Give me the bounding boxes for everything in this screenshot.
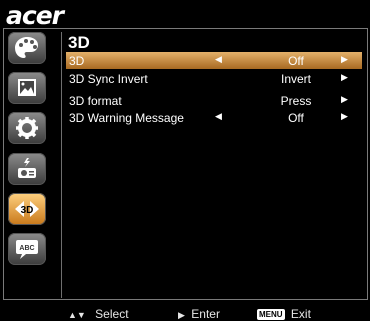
arrow-left-icon[interactable]: ◀ <box>215 111 222 122</box>
menu-row-value: Invert <box>280 72 311 86</box>
gear-icon <box>16 117 38 139</box>
menu-row-value: Off <box>288 54 304 68</box>
projector-management-icon <box>18 158 36 178</box>
menu-row-value: Press <box>280 94 312 108</box>
menu-row-3d-sync-invert[interactable]: 3D Sync Invert Invert ▶ <box>66 70 362 87</box>
arrow-right-icon[interactable]: ▶ <box>341 72 348 83</box>
palette-icon <box>15 37 38 58</box>
sidebar-item-3d[interactable]: 3D <box>8 193 46 225</box>
footer-select: ▲▼ Select <box>68 307 129 321</box>
menu-row-label: 3D Warning Message <box>69 111 184 125</box>
page-title: 3D <box>68 33 90 52</box>
divider <box>61 32 62 298</box>
footer-exit: MENU Exit <box>257 307 311 321</box>
footer-enter-label: Enter <box>191 307 220 321</box>
menu-row-label: 3D <box>69 54 85 68</box>
sidebar-item-image[interactable] <box>8 72 46 104</box>
up-down-arrow-icon: ▲▼ <box>68 310 86 320</box>
menu-key-badge: MENU <box>257 309 285 321</box>
menu-row-3d[interactable]: 3D ◀ Off ▶ <box>66 52 362 69</box>
arrow-right-icon[interactable]: ▶ <box>341 111 348 122</box>
picture-icon <box>18 79 36 96</box>
menu-row-value: Off <box>288 111 304 125</box>
3d-icon: 3D <box>15 201 39 217</box>
arrow-right-icon[interactable]: ▶ <box>341 94 348 105</box>
acer-logo: acer <box>6 1 64 30</box>
sidebar-item-language[interactable]: ABC <box>8 233 46 265</box>
footer-exit-label: Exit <box>290 307 311 321</box>
sidebar-item-setting[interactable] <box>8 112 46 144</box>
footer-select-label: Select <box>95 307 129 321</box>
svg-text:ABC: ABC <box>19 245 34 252</box>
sidebar-item-color[interactable] <box>8 32 46 64</box>
arrow-right-icon[interactable]: ▶ <box>341 54 348 65</box>
footer-enter: ▶ Enter <box>178 307 220 321</box>
svg-text:3D: 3D <box>21 205 34 216</box>
arrow-left-icon[interactable]: ◀ <box>215 54 222 65</box>
menu-row-label: 3D Sync Invert <box>69 72 148 86</box>
menu-row-3d-warning-message[interactable]: 3D Warning Message ◀ Off ▶ <box>66 109 362 126</box>
enter-arrow-icon: ▶ <box>178 310 185 320</box>
sidebar-item-management[interactable] <box>8 153 46 185</box>
language-icon: ABC <box>16 240 38 259</box>
menu-row-label: 3D format <box>69 94 122 108</box>
menu-row-3d-format[interactable]: 3D format Press ▶ <box>66 92 362 109</box>
